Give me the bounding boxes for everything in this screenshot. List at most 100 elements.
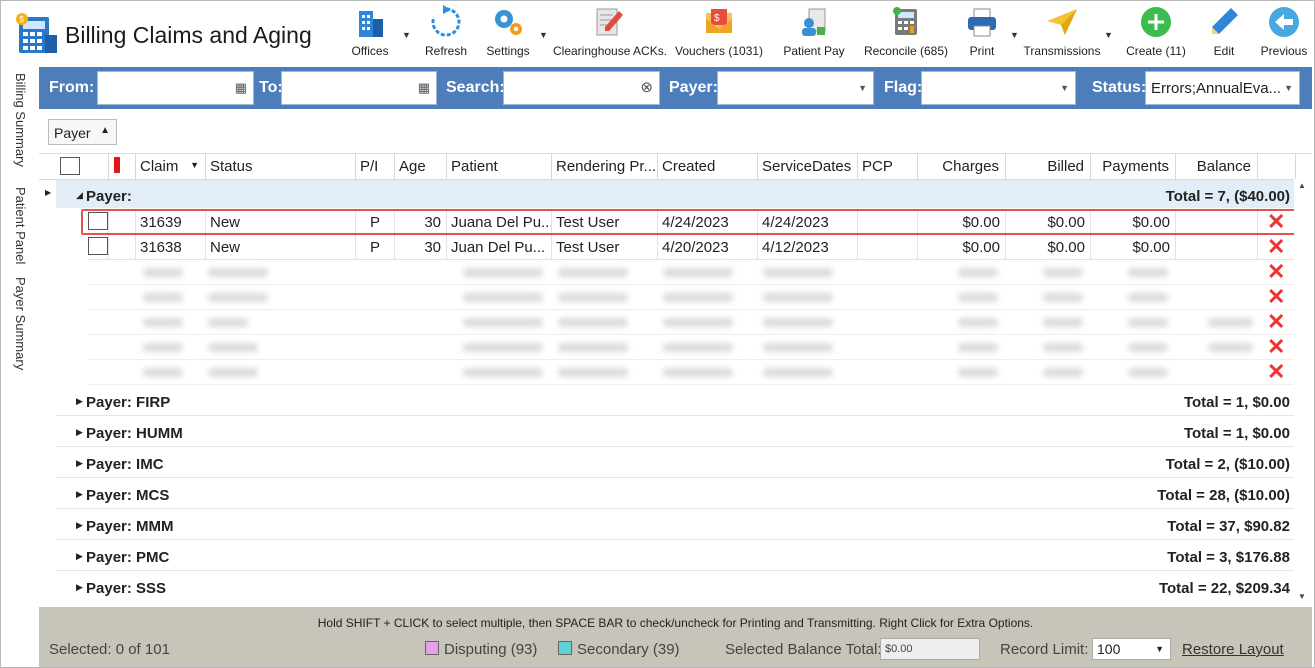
offices-button[interactable]: Offices bbox=[348, 5, 392, 63]
group-row[interactable]: ▶ Payer: SSS Total = 22, $209.34 bbox=[56, 572, 1296, 602]
scroll-down-icon[interactable]: ▼ bbox=[1298, 592, 1306, 601]
cell-billed: $0.00 bbox=[1006, 235, 1091, 260]
table-row[interactable]: 31639 New P 30 Juana Del Pu... Test User… bbox=[88, 210, 1296, 235]
redacted-row[interactable]: ✕ bbox=[88, 285, 1296, 310]
select-all-checkbox[interactable] bbox=[60, 157, 80, 175]
tab-patient-panel[interactable]: Patient Panel bbox=[13, 187, 28, 264]
column-created[interactable]: Created bbox=[658, 154, 758, 179]
expand-triangle-icon[interactable]: ▶ bbox=[76, 551, 83, 562]
cell-pcp bbox=[858, 210, 918, 235]
column-status[interactable]: Status bbox=[206, 154, 356, 179]
group-row[interactable]: ▶ Payer: MMM Total = 37, $90.82 bbox=[56, 510, 1296, 540]
to-date-input[interactable]: ▦ bbox=[281, 71, 437, 105]
column-patient[interactable]: Patient bbox=[447, 154, 552, 179]
expand-triangle-icon[interactable]: ▶ bbox=[76, 458, 83, 469]
delete-icon[interactable]: ✕ bbox=[1267, 311, 1285, 333]
group-row[interactable]: ▶ Payer: IMC Total = 2, ($10.00) bbox=[56, 448, 1296, 478]
column-pi[interactable]: P/I bbox=[356, 154, 395, 179]
cell-age: 30 bbox=[395, 210, 447, 235]
column-charges[interactable]: Charges bbox=[918, 154, 1006, 179]
tab-billing-summary[interactable]: Billing Summary bbox=[13, 73, 28, 167]
from-date-input[interactable]: ▦ bbox=[97, 71, 254, 105]
group-name: Payer: IMC bbox=[86, 456, 164, 473]
column-service-dates[interactable]: ServiceDates bbox=[758, 154, 858, 179]
calendar-icon[interactable]: ▦ bbox=[418, 80, 430, 96]
search-input[interactable]: ⊗ bbox=[503, 71, 660, 105]
billing-calculator-icon: $ bbox=[16, 13, 57, 53]
column-rendering-provider[interactable]: Rendering Pr... bbox=[552, 154, 658, 179]
cell-claim: 31638 bbox=[136, 235, 206, 260]
previous-button[interactable]: Previous bbox=[1258, 5, 1310, 63]
from-label: From: bbox=[49, 79, 95, 96]
delete-icon[interactable]: ✕ bbox=[1267, 336, 1285, 358]
group-row-open[interactable]: ◢ Payer: Total = 7, ($40.00) bbox=[56, 180, 1296, 208]
group-by-payer-chip[interactable]: Payer ▲ bbox=[48, 119, 117, 145]
offices-dropdown-icon[interactable]: ▼ bbox=[402, 30, 411, 40]
cell-charges: $0.00 bbox=[918, 235, 1006, 260]
group-row[interactable]: ▶ Payer: HUMM Total = 1, $0.00 bbox=[56, 417, 1296, 447]
scroll-up-icon[interactable]: ▲ bbox=[1298, 181, 1306, 190]
status-select[interactable]: Errors;AnnualEva... ▼ bbox=[1145, 71, 1300, 105]
restore-layout-link[interactable]: Restore Layout bbox=[1182, 641, 1284, 658]
vertical-scrollbar[interactable]: ▲ ▼ bbox=[1294, 179, 1310, 605]
print-dropdown-icon[interactable]: ▼ bbox=[1010, 30, 1019, 40]
print-button[interactable]: Print bbox=[962, 5, 1002, 63]
group-total: Total = 2, ($10.00) bbox=[1165, 456, 1290, 473]
row-checkbox[interactable] bbox=[88, 237, 108, 255]
refresh-button[interactable]: Refresh bbox=[422, 5, 470, 63]
delete-icon[interactable]: ✕ bbox=[1267, 211, 1285, 233]
settings-button[interactable]: Settings bbox=[485, 5, 531, 63]
payer-select[interactable]: ▼ bbox=[717, 71, 874, 105]
sort-descending-icon: ▼ bbox=[190, 160, 199, 170]
clear-search-icon[interactable]: ⊗ bbox=[640, 78, 653, 96]
delete-icon[interactable]: ✕ bbox=[1267, 236, 1285, 258]
delete-icon[interactable]: ✕ bbox=[1267, 286, 1285, 308]
clearinghouse-acks-button[interactable]: Clearinghouse ACKs. bbox=[553, 5, 667, 63]
cell-created: 4/24/2023 bbox=[658, 210, 758, 235]
delete-icon[interactable]: ✕ bbox=[1267, 361, 1285, 383]
expand-triangle-icon[interactable]: ▶ bbox=[76, 520, 83, 531]
cell-patient: Juan Del Pu... bbox=[447, 235, 552, 260]
create-button[interactable]: Create (11) bbox=[1123, 5, 1189, 63]
tab-payer-summary[interactable]: Payer Summary bbox=[13, 277, 28, 370]
status-bar: Hold SHIFT + CLICK to select multiple, t… bbox=[39, 607, 1312, 667]
patient-pay-button[interactable]: Patient Pay bbox=[781, 5, 847, 63]
column-pcp[interactable]: PCP bbox=[858, 154, 918, 179]
flag-column-header[interactable] bbox=[109, 154, 136, 179]
group-total: Total = 7, ($40.00) bbox=[1165, 188, 1290, 205]
column-claim[interactable]: Claim ▼ bbox=[136, 154, 206, 179]
sort-ascending-icon[interactable]: ▲ bbox=[100, 125, 110, 136]
group-row[interactable]: ▶ Payer: MCS Total = 28, ($10.00) bbox=[56, 479, 1296, 509]
calendar-icon[interactable]: ▦ bbox=[235, 80, 247, 96]
redacted-row[interactable]: ✕ bbox=[88, 310, 1296, 335]
table-row[interactable]: 31638 New P 30 Juan Del Pu... Test User … bbox=[88, 235, 1296, 260]
chevron-down-icon: ▼ bbox=[1284, 83, 1293, 93]
group-row[interactable]: ▶ Payer: PMC Total = 3, $176.88 bbox=[56, 541, 1296, 571]
edit-button[interactable]: Edit bbox=[1205, 5, 1243, 63]
vouchers-button[interactable]: $ Vouchers (1031) bbox=[675, 5, 763, 63]
delete-icon[interactable]: ✕ bbox=[1267, 261, 1285, 283]
svg-text:$: $ bbox=[20, 15, 25, 24]
expand-triangle-icon[interactable]: ▶ bbox=[76, 396, 83, 407]
group-row[interactable]: ▶ Payer: FIRP Total = 1, $0.00 bbox=[56, 386, 1296, 416]
settings-dropdown-icon[interactable]: ▼ bbox=[539, 30, 548, 40]
reconcile-button[interactable]: Reconcile (685) bbox=[863, 5, 949, 63]
transmissions-dropdown-icon[interactable]: ▼ bbox=[1104, 30, 1113, 40]
redacted-row[interactable]: ✕ bbox=[88, 360, 1296, 385]
column-billed[interactable]: Billed bbox=[1006, 154, 1091, 179]
transmissions-button[interactable]: Transmissions bbox=[1023, 5, 1101, 63]
expand-triangle-icon[interactable]: ▶ bbox=[76, 582, 83, 593]
column-payments[interactable]: Payments bbox=[1091, 154, 1176, 179]
expand-triangle-icon[interactable]: ▶ bbox=[76, 489, 83, 500]
status-select-value: Errors;AnnualEva... bbox=[1151, 80, 1282, 97]
redacted-row[interactable]: ✕ bbox=[88, 335, 1296, 360]
record-limit-select[interactable]: 100 ▼ bbox=[1092, 638, 1171, 660]
redacted-row[interactable]: ✕ bbox=[88, 260, 1296, 285]
flag-select[interactable]: ▼ bbox=[921, 71, 1076, 105]
column-age[interactable]: Age bbox=[395, 154, 447, 179]
offices-building-icon bbox=[359, 11, 383, 37]
expand-triangle-icon[interactable]: ▶ bbox=[76, 427, 83, 438]
collapse-triangle-icon[interactable]: ◢ bbox=[76, 190, 83, 201]
row-checkbox[interactable] bbox=[88, 212, 108, 230]
column-balance[interactable]: Balance bbox=[1176, 154, 1258, 179]
